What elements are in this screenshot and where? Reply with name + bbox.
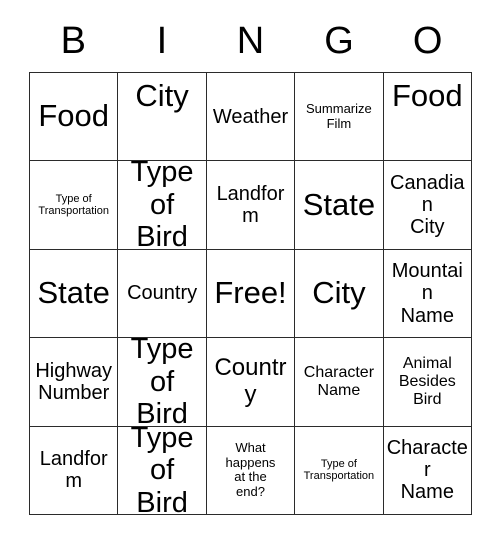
bingo-cell[interactable]: Type of Transportation <box>30 161 119 250</box>
bingo-cell-label: Food <box>38 98 110 134</box>
bingo-cell[interactable]: City <box>295 249 384 339</box>
bingo-cell[interactable]: Canadian City <box>383 161 472 250</box>
bingo-cell-label: Free! <box>214 275 287 311</box>
bingo-cell-label: Landform <box>216 182 285 228</box>
bingo-cell-label: State <box>302 186 376 222</box>
bingo-cell[interactable]: Country <box>206 338 296 427</box>
bingo-cell[interactable]: What happens at the end? <box>206 426 296 515</box>
bingo-cell-label: Type of Transportation <box>38 192 109 218</box>
bingo-cell[interactable]: Type of Bird <box>118 161 207 250</box>
bingo-cell-label: What happens at the end? <box>225 440 276 499</box>
bingo-cell[interactable]: State <box>295 161 384 250</box>
bingo-cell-label: State <box>37 275 110 311</box>
bingo-header: B I N G O <box>29 16 472 66</box>
bingo-cell[interactable]: Highway Number <box>30 338 119 427</box>
header-letter-o: O <box>412 20 443 62</box>
bingo-cell[interactable]: Character Name <box>295 338 384 427</box>
bingo-cell[interactable]: Type of Transportation <box>295 426 384 515</box>
bingo-cell-label: Summarize Film <box>306 101 372 131</box>
bingo-cell-label: Landform <box>39 447 108 493</box>
bingo-cell[interactable]: Type of Bird <box>118 426 207 515</box>
header-letter-g: G <box>324 20 354 62</box>
bingo-cell[interactable]: Character Name <box>383 426 472 515</box>
bingo-cell-label: City <box>312 275 366 311</box>
bingo-cell-label: Weather <box>212 105 289 128</box>
bingo-cell[interactable]: Type of Bird <box>118 338 207 427</box>
bingo-cell-label: Country <box>214 354 287 408</box>
bingo-cell-label: Type of Transportation <box>303 457 375 483</box>
bingo-cell-label: Country <box>127 282 198 305</box>
bingo-cell[interactable]: Weather <box>206 73 296 162</box>
bingo-grid: Food City Weather Summarize Film Food Type of… <box>29 72 472 515</box>
bingo-cell[interactable]: Food <box>383 73 472 162</box>
bingo-cell-label: Type of Bird <box>130 426 194 515</box>
bingo-cell-label: Character Name <box>386 436 468 504</box>
header-letter-b: B <box>60 20 86 62</box>
bingo-cell[interactable]: Food <box>30 73 119 162</box>
bingo-cell[interactable]: Animal Besides Bird <box>383 338 472 427</box>
bingo-cell[interactable]: Landform <box>206 161 296 250</box>
bingo-cell-free[interactable]: Free! <box>206 249 296 339</box>
bingo-cell-label: City <box>135 78 189 113</box>
bingo-card: B I N G O Food City Weather Summarize Film F… <box>0 0 500 544</box>
bingo-cell-label: Character Name <box>303 363 375 399</box>
header-letter-n: N <box>236 20 265 62</box>
bingo-cell[interactable]: City <box>118 73 207 162</box>
bingo-cell-label: Highway Number <box>35 359 113 404</box>
header-letter-i: I <box>156 20 168 62</box>
bingo-cell-label: Canadian City <box>390 171 465 239</box>
bingo-cell[interactable]: Country <box>118 249 207 339</box>
bingo-cell[interactable]: Landform <box>30 426 119 515</box>
bingo-cell-label: Animal Besides Bird <box>398 355 456 408</box>
bingo-cell[interactable]: Mountain Name <box>383 249 472 339</box>
bingo-cell-label: Food <box>391 78 463 113</box>
bingo-cell-label: Type of Bird <box>130 161 194 250</box>
bingo-cell[interactable]: State <box>30 249 119 339</box>
bingo-cell-label: Mountain Name <box>391 259 463 327</box>
bingo-cell[interactable]: Summarize Film <box>295 73 384 162</box>
bingo-cell-label: Type of Bird <box>130 338 194 427</box>
